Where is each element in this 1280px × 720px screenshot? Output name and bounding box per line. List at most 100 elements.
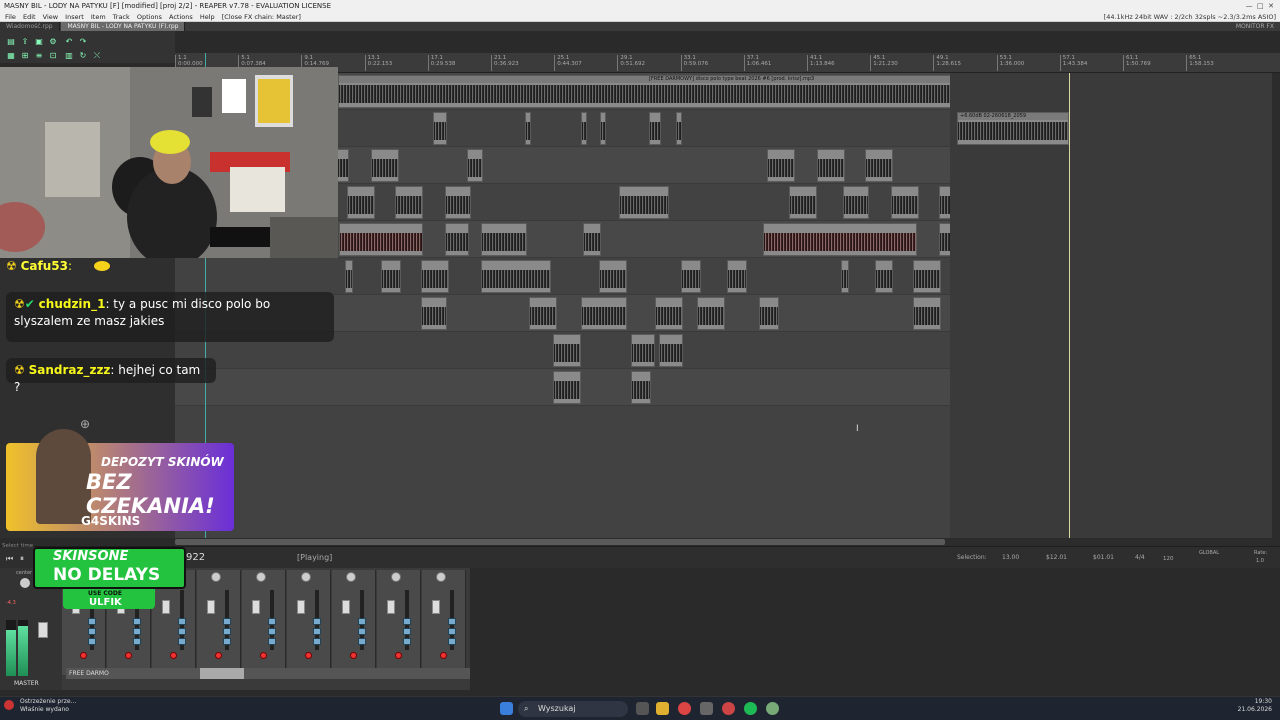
arrange-empty-area[interactable]: +6.60dB 02-260618_2059 bbox=[950, 73, 1272, 538]
edit-cursor[interactable] bbox=[1069, 73, 1070, 538]
file-explorer-icon[interactable] bbox=[656, 702, 669, 715]
fx-button[interactable] bbox=[313, 638, 321, 645]
media-item[interactable] bbox=[649, 112, 661, 145]
selection-length[interactable]: $01.01 bbox=[1093, 554, 1114, 561]
mute-button[interactable] bbox=[313, 618, 321, 625]
mute-button[interactable] bbox=[88, 618, 96, 625]
media-item[interactable] bbox=[583, 223, 601, 256]
ruler-mark[interactable]: 17.1 0:29.538 bbox=[427, 55, 455, 71]
menu-fx-chain[interactable]: [Close FX chain: Master] bbox=[222, 13, 301, 21]
volume-fader[interactable] bbox=[297, 600, 305, 614]
ruler-mark[interactable]: 41.1 1:13.846 bbox=[807, 55, 835, 71]
media-item[interactable] bbox=[763, 223, 917, 256]
loop-icon[interactable]: ↻ bbox=[78, 51, 88, 60]
chrome-icon-2[interactable] bbox=[766, 702, 779, 715]
media-item[interactable] bbox=[481, 260, 551, 293]
ruler-mark[interactable]: 29.1 0:51.692 bbox=[617, 55, 645, 71]
media-item[interactable] bbox=[600, 112, 606, 145]
menu-file[interactable]: File bbox=[5, 13, 16, 21]
solo-button[interactable] bbox=[268, 628, 276, 635]
ruler-mark[interactable]: 57.1 1:43.384 bbox=[1059, 55, 1087, 71]
pan-knob[interactable] bbox=[301, 572, 311, 582]
menu-item[interactable]: Item bbox=[91, 13, 106, 21]
undo-icon[interactable]: ↶ bbox=[64, 37, 74, 46]
new-project-icon[interactable]: ▤ bbox=[6, 37, 16, 46]
window-controls[interactable]: — □ ✕ bbox=[1246, 0, 1274, 12]
transport-position[interactable]: 922 bbox=[186, 552, 205, 563]
app-icon-2[interactable] bbox=[722, 702, 735, 715]
volume-fader[interactable] bbox=[432, 600, 440, 614]
transport-stop-icon[interactable]: ⏮ bbox=[6, 554, 13, 564]
mute-button[interactable] bbox=[268, 618, 276, 625]
taskbar-search[interactable]: ⌕ Wyszukaj bbox=[518, 701, 628, 717]
media-item[interactable] bbox=[631, 371, 651, 404]
solo-button[interactable] bbox=[403, 628, 411, 635]
media-item[interactable] bbox=[759, 297, 779, 330]
solo-button[interactable] bbox=[313, 628, 321, 635]
ruler-mark[interactable]: 61.1 1:50.769 bbox=[1123, 55, 1151, 71]
media-item[interactable] bbox=[681, 260, 701, 293]
media-item[interactable] bbox=[581, 297, 627, 330]
monitor-fx-label[interactable]: MONITOR FX bbox=[1236, 22, 1274, 31]
redo-icon[interactable]: ↷ bbox=[78, 37, 88, 46]
mute-button[interactable] bbox=[223, 618, 231, 625]
horizontal-scroll-thumb[interactable] bbox=[175, 539, 945, 545]
media-item[interactable] bbox=[337, 149, 349, 182]
media-item[interactable] bbox=[381, 260, 401, 293]
volume-fader[interactable] bbox=[342, 600, 350, 614]
media-item[interactable] bbox=[445, 186, 471, 219]
save-project-icon[interactable]: ▣ bbox=[34, 37, 44, 46]
project-tab-2[interactable]: MASNY BIL - LODY NA PATYKU (F).rpp bbox=[61, 22, 186, 31]
media-item[interactable] bbox=[913, 260, 941, 293]
ruler-mark[interactable]: 65.1 1:58.153 bbox=[1186, 55, 1214, 71]
fx-button[interactable] bbox=[178, 638, 186, 645]
media-item[interactable] bbox=[371, 149, 399, 182]
fx-button[interactable] bbox=[88, 638, 96, 645]
media-item[interactable] bbox=[727, 260, 747, 293]
media-item[interactable] bbox=[843, 186, 869, 219]
media-item[interactable] bbox=[631, 334, 655, 367]
transport-play-icon[interactable]: ⏸ bbox=[20, 554, 24, 564]
mute-button[interactable] bbox=[403, 618, 411, 625]
volume-fader[interactable] bbox=[252, 600, 260, 614]
media-item[interactable] bbox=[395, 186, 423, 219]
taskbar-notification[interactable]: Ostrzeżenie prze... Właśnie wydano bbox=[0, 698, 90, 720]
ripple-icon[interactable]: ≡ bbox=[34, 51, 44, 60]
grid-icon[interactable]: ▦ bbox=[6, 51, 16, 60]
media-item[interactable] bbox=[553, 371, 581, 404]
media-item[interactable] bbox=[599, 260, 627, 293]
ruler-mark[interactable]: 21.1 0:36.923 bbox=[491, 55, 519, 71]
mixer-selected-track[interactable] bbox=[200, 668, 244, 679]
menu-options[interactable]: Options bbox=[137, 13, 162, 21]
media-item[interactable] bbox=[445, 223, 469, 256]
media-item[interactable] bbox=[421, 297, 447, 330]
media-item[interactable] bbox=[875, 260, 893, 293]
menu-track[interactable]: Track bbox=[113, 13, 130, 21]
horizontal-scrollbar[interactable] bbox=[175, 538, 1280, 546]
pan-knob[interactable] bbox=[211, 572, 221, 582]
media-item[interactable] bbox=[553, 334, 581, 367]
record-arm-button[interactable] bbox=[125, 652, 132, 659]
solo-button[interactable] bbox=[223, 628, 231, 635]
taskbar-clock[interactable]: 19:30 21.06.2026 bbox=[1238, 698, 1272, 714]
selection-start[interactable]: 13.00 bbox=[1002, 554, 1019, 561]
media-item[interactable] bbox=[913, 297, 941, 330]
media-item[interactable] bbox=[655, 297, 683, 330]
solo-button[interactable] bbox=[88, 628, 96, 635]
media-item[interactable] bbox=[339, 223, 423, 256]
settings-icon[interactable]: ⚙ bbox=[48, 37, 58, 46]
volume-fader[interactable] bbox=[387, 600, 395, 614]
fx-button[interactable] bbox=[133, 638, 141, 645]
fx-button[interactable] bbox=[448, 638, 456, 645]
solo-button[interactable] bbox=[133, 628, 141, 635]
media-item[interactable] bbox=[817, 149, 845, 182]
fx-button[interactable] bbox=[403, 638, 411, 645]
global-label[interactable]: GLOBAL bbox=[1199, 550, 1219, 556]
solo-button[interactable] bbox=[448, 628, 456, 635]
media-item[interactable] bbox=[891, 186, 919, 219]
tempo-bpm[interactable]: 120 bbox=[1163, 556, 1174, 562]
chrome-icon[interactable] bbox=[678, 702, 691, 715]
mute-button[interactable] bbox=[358, 618, 366, 625]
pan-knob[interactable] bbox=[256, 572, 266, 582]
record-arm-button[interactable] bbox=[170, 652, 177, 659]
